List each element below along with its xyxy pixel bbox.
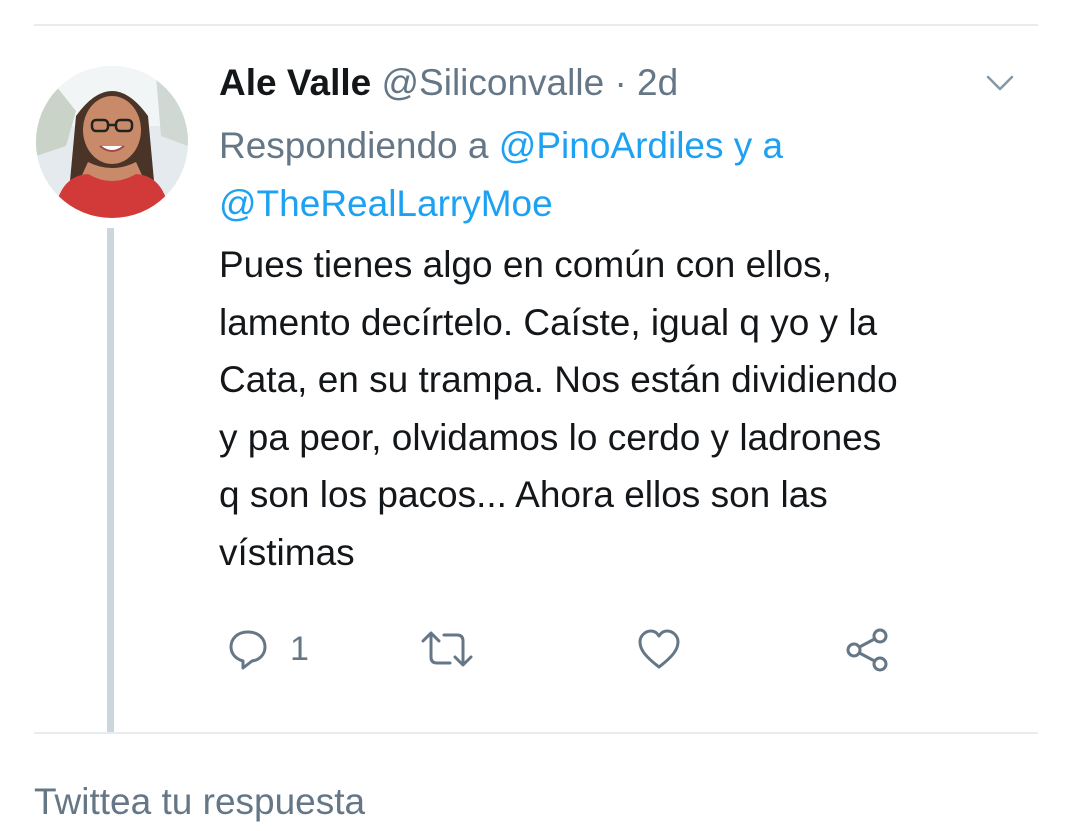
reply-button[interactable]: 1	[226, 624, 309, 674]
mention-link[interactable]: @PinoArdiles	[499, 125, 724, 166]
share-icon	[846, 628, 888, 672]
reply-prefix: Respondiendo a	[219, 125, 489, 166]
thread-line	[107, 228, 114, 732]
like-button[interactable]	[636, 624, 682, 674]
reply-bubble-icon	[229, 630, 267, 670]
separator-dot: ·	[614, 62, 627, 103]
author-name[interactable]: Ale Valle	[219, 62, 371, 103]
timestamp[interactable]: 2d	[637, 62, 678, 103]
tweet-text: Pues tienes algo en común con ellos, lam…	[219, 244, 898, 573]
reply-compose-input[interactable]: Twittea tu respuesta	[34, 774, 365, 830]
tweet-header: Ale Valle @Siliconvalle · 2d	[219, 60, 678, 106]
retweet-button[interactable]	[420, 624, 474, 674]
author-handle[interactable]: @Siliconvalle	[382, 62, 605, 103]
reply-context: Respondiendo a @PinoArdiles y a @TheReal…	[219, 117, 1019, 233]
avatar-photo	[36, 66, 188, 218]
top-divider	[34, 24, 1038, 26]
bottom-divider	[34, 732, 1038, 734]
tweet-menu-button[interactable]	[982, 68, 1018, 98]
mention-link[interactable]: @TheRealLarryMoe	[219, 183, 553, 224]
share-button[interactable]	[844, 624, 890, 674]
retweet-icon	[421, 631, 473, 667]
reply-count: 1	[290, 630, 309, 668]
avatar[interactable]	[36, 66, 188, 218]
heart-icon	[638, 629, 680, 669]
chevron-down-icon	[986, 75, 1014, 91]
reply-joiner: y a	[733, 125, 784, 166]
